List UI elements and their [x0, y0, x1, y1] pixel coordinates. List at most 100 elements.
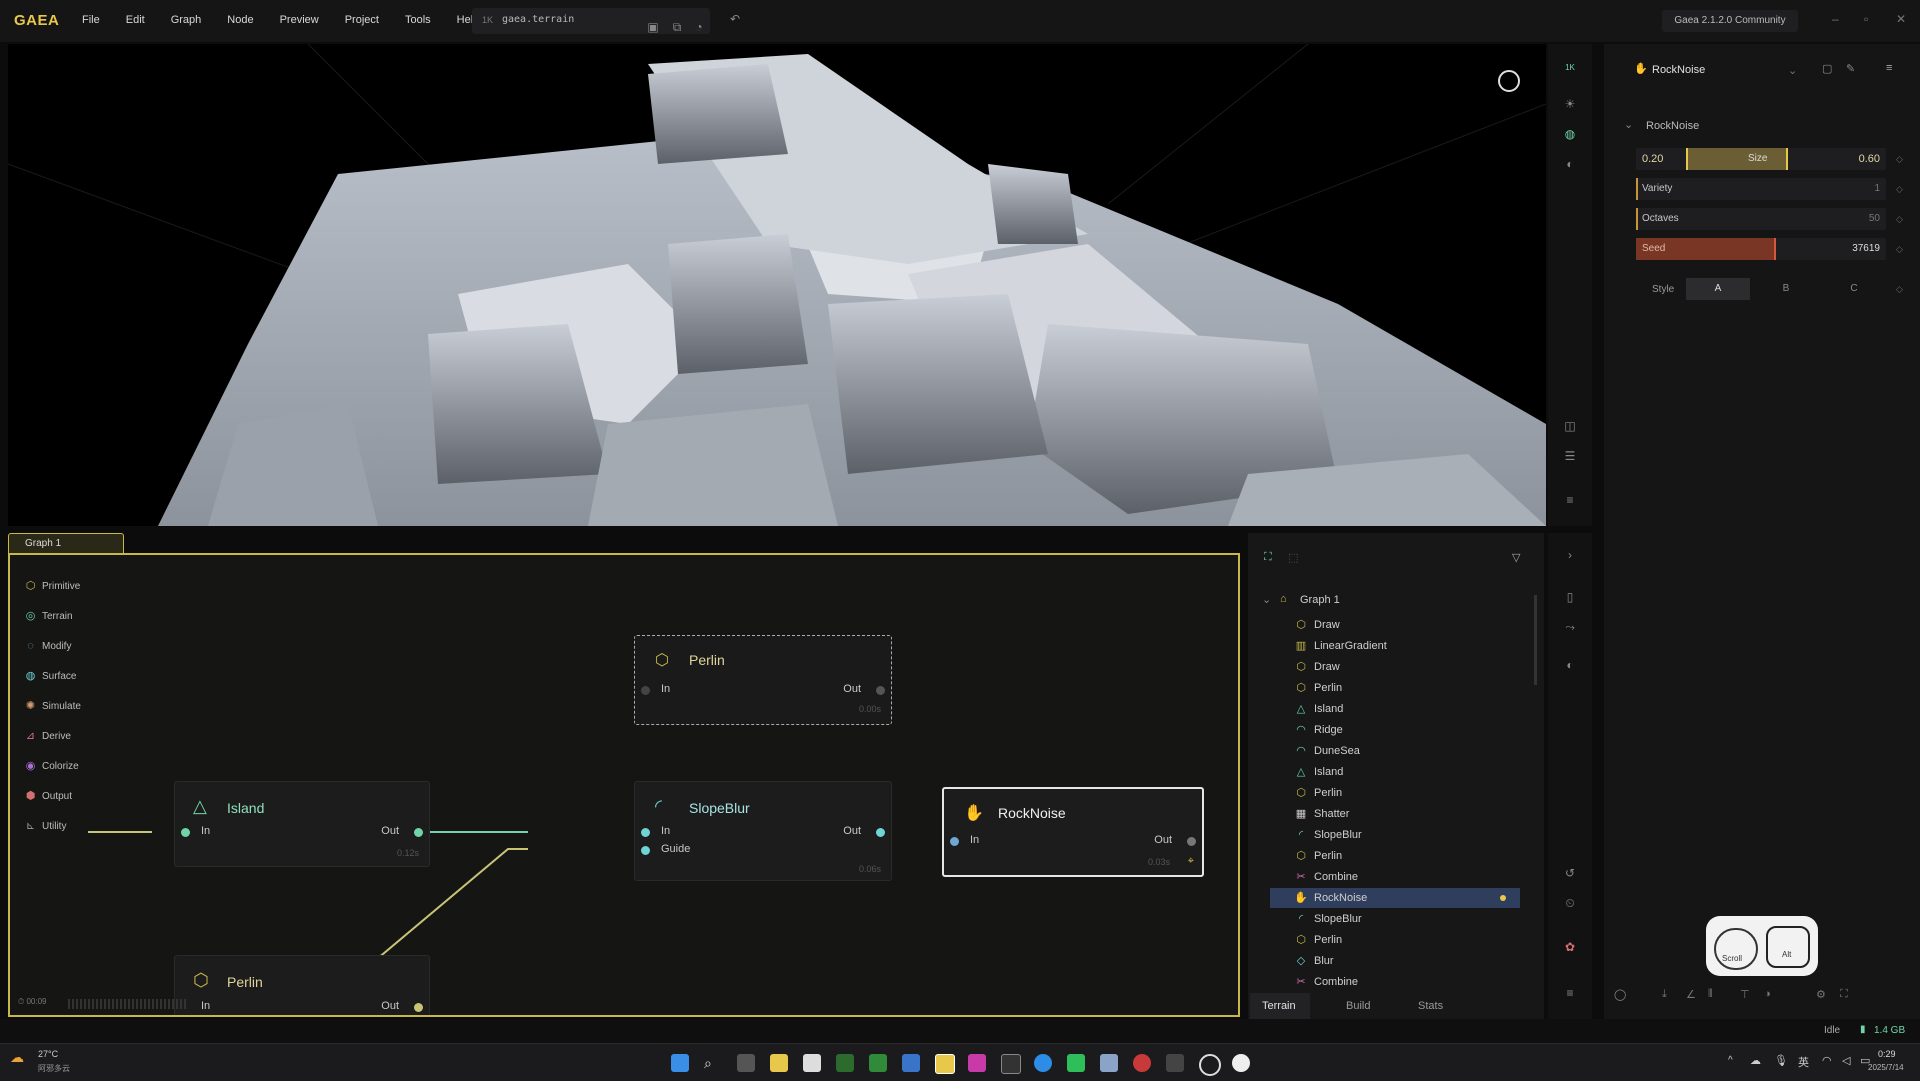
- notepad-icon[interactable]: [803, 1054, 821, 1072]
- edit-icon[interactable]: ✎: [1846, 62, 1855, 75]
- flow-icon[interactable]: ⤳: [1562, 619, 1578, 635]
- chevron-down-icon[interactable]: ⌄: [1624, 118, 1633, 131]
- input-port[interactable]: [181, 828, 190, 837]
- menu-file[interactable]: File: [82, 14, 100, 26]
- frame-icon[interactable]: ⬚: [1288, 551, 1298, 564]
- tree-item[interactable]: ◜ SlopeBlur: [1270, 825, 1520, 845]
- fullscreen-icon[interactable]: ⛶: [1840, 988, 1848, 1001]
- style-option-a[interactable]: A: [1686, 278, 1750, 300]
- target-icon[interactable]: ⌖: [1188, 855, 1194, 868]
- app-icon[interactable]: [1100, 1054, 1118, 1072]
- size-range-slider[interactable]: 0.20 Size 0.60: [1636, 148, 1886, 170]
- octaves-slider[interactable]: Octaves 50: [1636, 208, 1886, 230]
- wechat-icon[interactable]: [1067, 1054, 1085, 1072]
- list-icon[interactable]: ≡: [1562, 492, 1578, 508]
- output-port[interactable]: [876, 686, 885, 695]
- search-icon[interactable]: ⌕: [704, 1054, 722, 1072]
- cloud-icon[interactable]: ☁: [1750, 1054, 1761, 1067]
- contrast-icon[interactable]: ◐: [1562, 156, 1578, 172]
- file-name-box[interactable]: 1K gaea.terrain ▣ ⧉ ◔: [472, 8, 710, 34]
- app-icon[interactable]: [836, 1054, 854, 1072]
- node-perlin[interactable]: ⬡ Perlin In Out: [174, 955, 430, 1015]
- node-graph-editor[interactable]: ⬡ Primitive ◎ Terrain ◌ Modify ◍ Surface ✺ Si…: [8, 553, 1240, 1017]
- window-icon[interactable]: ▢: [1822, 62, 1832, 75]
- node-rocknoise[interactable]: ✋ RockNoise In Out 0.03s ⌖: [942, 787, 1204, 877]
- mic-icon[interactable]: 🎙: [1774, 1054, 1788, 1067]
- tree-scrollbar[interactable]: [1534, 595, 1537, 685]
- reset-icon[interactable]: ◇: [1896, 184, 1903, 195]
- reset-icon[interactable]: ◇: [1896, 214, 1903, 225]
- size-max-handle[interactable]: [1786, 148, 1788, 170]
- tree-root[interactable]: Graph 1: [1300, 594, 1340, 606]
- tree-item[interactable]: ◠ DuneSea: [1270, 741, 1520, 761]
- reset-icon[interactable]: ◇: [1896, 284, 1903, 295]
- app-icon[interactable]: [1133, 1054, 1151, 1072]
- tree-item[interactable]: ◇ Blur: [1270, 951, 1520, 971]
- file-explorer-icon[interactable]: [770, 1054, 788, 1072]
- app-icon[interactable]: [1001, 1054, 1021, 1074]
- chevron-down-icon[interactable]: ⌄: [1262, 593, 1271, 606]
- menu-icon[interactable]: ≡: [1886, 62, 1892, 74]
- input-port[interactable]: [641, 828, 650, 837]
- app-icon[interactable]: [1199, 1054, 1221, 1076]
- document-icon[interactable]: ▯: [1562, 589, 1578, 605]
- cycle-icon[interactable]: ↺: [1562, 865, 1578, 881]
- tree-item[interactable]: ⬡ Perlin: [1270, 678, 1520, 698]
- split-view-icon[interactable]: ◫: [1562, 418, 1578, 434]
- tree-item[interactable]: ✂ Combine: [1270, 972, 1520, 992]
- style-option-c[interactable]: C: [1822, 278, 1886, 300]
- app-icon[interactable]: [902, 1054, 920, 1072]
- output-port[interactable]: [876, 828, 885, 837]
- volume-icon[interactable]: ◁: [1842, 1054, 1850, 1067]
- copy-icon[interactable]: ⧉: [670, 20, 684, 34]
- menu-tools[interactable]: Tools: [405, 14, 431, 26]
- 3d-viewport[interactable]: [8, 44, 1546, 526]
- tree-item[interactable]: ▥ LinearGradient: [1270, 636, 1520, 656]
- filter-icon[interactable]: ⊤: [1740, 988, 1750, 1001]
- pin-icon[interactable]: ⌄: [1788, 64, 1797, 77]
- drop-icon[interactable]: ◐: [1562, 657, 1578, 673]
- list-icon[interactable]: ≡: [1562, 985, 1578, 1001]
- menu-edit[interactable]: Edit: [126, 14, 145, 26]
- tab-terrain[interactable]: Terrain: [1262, 1000, 1296, 1012]
- node-perlin-preview[interactable]: ⬡ Perlin In Out 0.00s: [634, 635, 892, 725]
- tree-item[interactable]: ⬡ Perlin: [1270, 783, 1520, 803]
- reset-icon[interactable]: ◇: [1896, 154, 1903, 165]
- columns-icon[interactable]: ⫴: [1708, 988, 1713, 1001]
- tab-graph-1[interactable]: Graph 1: [8, 533, 124, 554]
- tree-item[interactable]: ⬡ Draw: [1270, 657, 1520, 677]
- tree-item[interactable]: ⬡ Draw: [1270, 615, 1520, 635]
- unreal-icon[interactable]: [1232, 1054, 1250, 1072]
- alert-icon[interactable]: ✿: [1562, 939, 1578, 955]
- input-port[interactable]: [950, 837, 959, 846]
- tree-item[interactable]: ◜ SlopeBlur: [1270, 909, 1520, 929]
- tab-stats[interactable]: Stats: [1418, 1000, 1443, 1012]
- tree-item[interactable]: △ Island: [1270, 762, 1520, 782]
- refresh-icon[interactable]: ◯: [1614, 988, 1626, 1001]
- task-view-icon[interactable]: [737, 1054, 755, 1072]
- contrast-icon[interactable]: ◑: [1764, 988, 1771, 1000]
- minimize-icon[interactable]: –: [1832, 12, 1839, 26]
- chevron-up-icon[interactable]: ^: [1728, 1055, 1733, 1066]
- chevron-right-icon[interactable]: ›: [1562, 547, 1578, 563]
- layers-icon[interactable]: ☰: [1562, 448, 1578, 464]
- gaea-icon[interactable]: [935, 1054, 955, 1074]
- seed-handle[interactable]: [1774, 238, 1776, 260]
- filter-icon[interactable]: ▽: [1512, 551, 1520, 564]
- tool-icon[interactable]: ⤓: [1662, 988, 1667, 1001]
- tree-item[interactable]: △ Island: [1270, 699, 1520, 719]
- tree-item[interactable]: ⬡ Perlin: [1270, 930, 1520, 950]
- app-icon[interactable]: [1166, 1054, 1184, 1072]
- input-method-icon[interactable]: 英: [1798, 1054, 1809, 1070]
- output-port[interactable]: [414, 828, 423, 837]
- windows-start-icon[interactable]: [671, 1054, 689, 1072]
- menu-node[interactable]: Node: [227, 14, 253, 26]
- sun-icon[interactable]: ☀: [1562, 96, 1578, 112]
- seed-slider[interactable]: Seed 37619: [1636, 238, 1886, 260]
- menu-project[interactable]: Project: [345, 14, 379, 26]
- select-icon[interactable]: ⛶: [1264, 551, 1272, 564]
- node-slopeblur[interactable]: ◜ SlopeBlur In Guide Out 0.06s: [634, 781, 892, 881]
- resolution-label[interactable]: 1K: [1562, 60, 1578, 76]
- app-icon[interactable]: [968, 1054, 986, 1072]
- settings-icon[interactable]: ⚙: [1816, 988, 1826, 1001]
